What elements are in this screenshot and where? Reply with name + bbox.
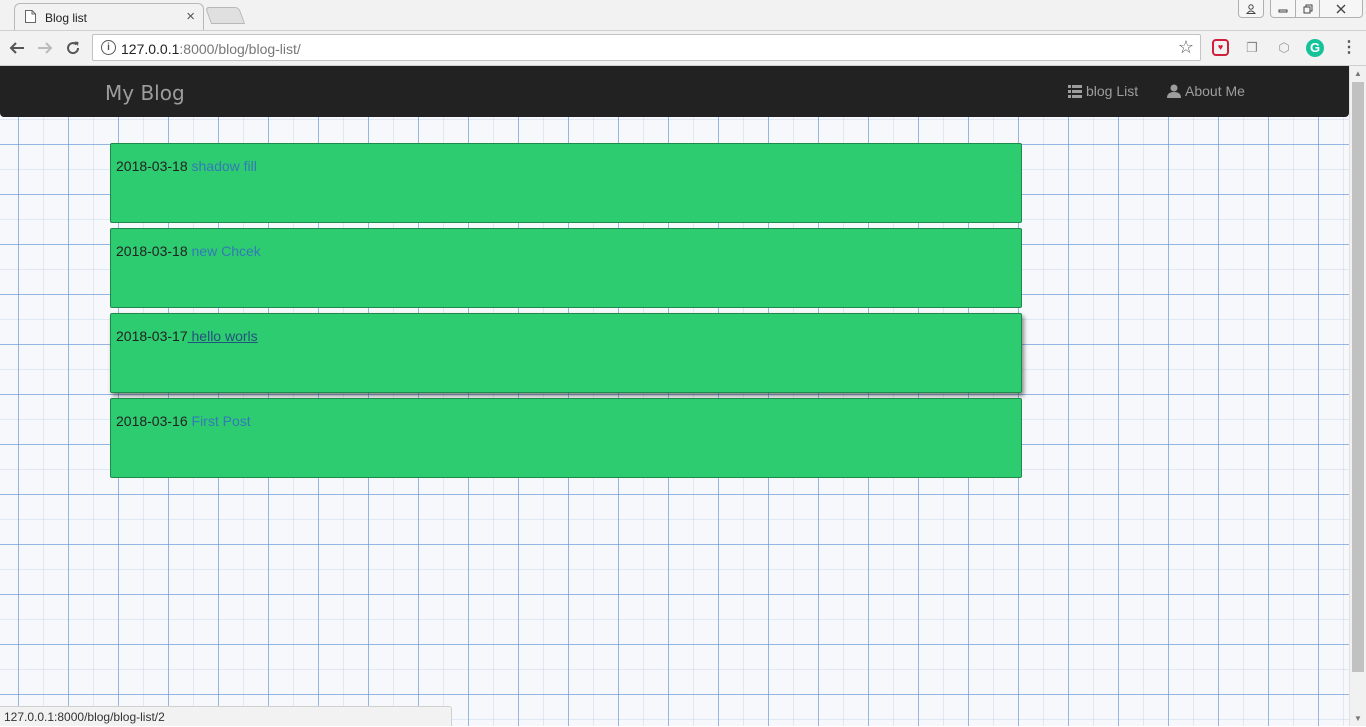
post-date: 2018-03-18 (116, 158, 188, 174)
info-icon[interactable]: i (101, 40, 116, 55)
nav-about-me-label: About Me (1185, 83, 1245, 99)
restore-icon[interactable] (1295, 0, 1320, 18)
url-host: 127.0.0.1 (121, 41, 180, 57)
post-card: 2018-03-16 First Post (110, 398, 1022, 478)
nav-about-me[interactable]: About Me (1167, 83, 1245, 99)
scroll-down-icon[interactable]: ▼ (1354, 714, 1362, 723)
address-bar[interactable]: i 127.0.0.1:8000/blog/blog-list/ ☆ (92, 34, 1201, 61)
minimize-icon[interactable] (1270, 0, 1296, 18)
close-window-icon[interactable] (1319, 0, 1363, 18)
post-date: 2018-03-18 (116, 243, 188, 259)
post-date: 2018-03-16 (116, 413, 188, 429)
status-bar-url: 127.0.0.1:8000/blog/blog-list/2 (0, 706, 452, 726)
browser-tab[interactable]: Blog list × (14, 3, 204, 30)
back-arrow-icon[interactable] (6, 37, 28, 59)
site-navbar: My Blog blog List About Me (0, 66, 1349, 117)
brand-link[interactable]: My Blog (105, 81, 185, 105)
url-text[interactable]: 127.0.0.1:8000/blog/blog-list/ (121, 41, 301, 57)
tab-title: Blog list (45, 11, 88, 25)
pocket-extension-icon[interactable]: ♥ (1212, 39, 1229, 56)
bookmark-star-icon[interactable]: ☆ (1178, 37, 1194, 58)
grammarly-extension-icon[interactable]: G (1306, 39, 1324, 57)
forward-arrow-icon[interactable] (34, 37, 56, 59)
post-title-link[interactable]: First Post (192, 413, 251, 429)
copy-extension-icon[interactable]: ❐ (1243, 39, 1261, 57)
browser-titlebar: Blog list × (0, 0, 1366, 31)
browser-menu-icon[interactable]: ⋮ (1340, 39, 1358, 57)
scroll-up-icon[interactable]: ▲ (1354, 69, 1362, 78)
cube-extension-icon[interactable]: ⬡ (1275, 39, 1293, 57)
user-icon (1167, 84, 1181, 98)
scrollbar-thumb[interactable] (1352, 82, 1364, 672)
user-profile-icon[interactable] (1238, 0, 1264, 18)
page-viewport: My Blog blog List About Me 2018-03-18 sh… (0, 66, 1349, 726)
post-card: 2018-03-17 hello worls (110, 313, 1022, 393)
vertical-scrollbar[interactable]: ▲ ▼ (1349, 66, 1366, 726)
reload-icon[interactable] (62, 37, 84, 59)
post-title-link[interactable]: new Chcek (192, 243, 261, 259)
post-card: 2018-03-18 new Chcek (110, 228, 1022, 308)
nav-blog-list-label: blog List (1086, 83, 1139, 99)
post-date: 2018-03-17 (116, 328, 188, 344)
post-title-link[interactable]: hello worls (188, 328, 258, 344)
post-card: 2018-03-18 shadow fill (110, 143, 1022, 223)
page-icon (25, 10, 36, 23)
url-path: :8000/blog/blog-list/ (179, 41, 301, 57)
list-icon (1068, 84, 1082, 98)
new-tab-button[interactable] (204, 7, 246, 24)
post-title-link[interactable]: shadow fill (192, 158, 257, 174)
browser-toolbar: i 127.0.0.1:8000/blog/blog-list/ ☆ ♥ ❐ ⬡… (0, 31, 1366, 66)
post-title-text: hello worls (191, 328, 258, 344)
nav-blog-list[interactable]: blog List (1068, 83, 1138, 99)
tab-close-icon[interactable]: × (186, 8, 195, 25)
